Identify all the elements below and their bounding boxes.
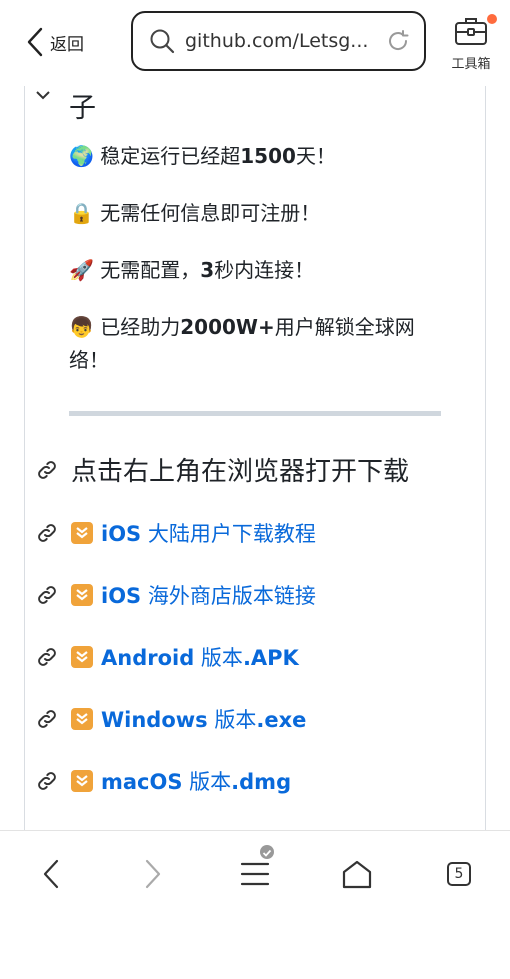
nav-menu-button[interactable]	[230, 845, 280, 897]
download-arrow-icon	[71, 584, 93, 606]
toolbox-label: 工具箱	[451, 57, 491, 72]
chevron-down-icon	[36, 91, 50, 100]
link-icon	[38, 586, 56, 604]
download-arrow-icon	[71, 708, 93, 730]
refresh-icon[interactable]	[386, 29, 410, 53]
link-icon	[38, 648, 56, 666]
chevron-left-icon	[43, 859, 59, 889]
link-label[interactable]: macOS 版本.dmg	[101, 766, 291, 796]
nav-home-button[interactable]	[332, 851, 382, 897]
address-bar[interactable]: github.com/Letsg...	[131, 11, 426, 71]
download-arrow-icon	[71, 522, 93, 544]
browser-topbar: 返回 github.com/Letsg... 工具箱	[0, 0, 510, 86]
search-icon	[150, 29, 175, 54]
link-icon	[38, 772, 56, 790]
feature-item: 🚀 无需配置，3秒内连接！	[69, 258, 315, 282]
link-label[interactable]: Windows 版本.exe	[101, 704, 306, 734]
feature-item: 🌍 稳定运行已经超1500天！	[69, 144, 336, 168]
link-label[interactable]: iOS 海外商店版本链接	[101, 580, 316, 610]
link-icon[interactable]	[35, 458, 59, 482]
page-content: 子 🌍 稳定运行已经超1500天！ 🔒 无需任何信息即可注册！ 🚀 无需配置，3…	[24, 86, 486, 830]
chevron-left-icon	[27, 27, 43, 57]
link-icon	[38, 524, 56, 542]
download-link-ios-cn[interactable]: iOS 大陆用户下载教程	[35, 518, 316, 548]
feature-item: 🔒 无需任何信息即可注册！	[69, 201, 321, 225]
download-link-macos[interactable]: macOS 版本.dmg	[35, 766, 291, 796]
nav-back-button[interactable]	[26, 851, 76, 897]
section-heading-text: 点击右上角在浏览器打开下载	[71, 457, 410, 487]
link-icon	[38, 710, 56, 728]
nav-tabs-button[interactable]: 5	[434, 851, 484, 897]
url-text[interactable]: github.com/Letsg...	[185, 30, 376, 52]
rocket-emoji: 🚀	[69, 258, 94, 282]
menu-icon	[240, 862, 270, 886]
home-icon	[342, 860, 372, 889]
nav-forward-button[interactable]	[128, 851, 178, 897]
check-badge-icon	[260, 845, 274, 859]
section-divider	[69, 411, 441, 416]
back-label: 返回	[50, 34, 84, 55]
back-button[interactable]: 返回	[26, 24, 84, 60]
partial-heading: 子	[69, 93, 96, 124]
lock-emoji: 🔒	[69, 201, 94, 225]
boy-emoji: 👦	[69, 315, 94, 339]
download-link-windows[interactable]: Windows 版本.exe	[35, 704, 306, 734]
section-heading: 点击右上角在浏览器打开下载	[35, 451, 409, 488]
download-arrow-icon	[71, 770, 93, 792]
feature-item: 👦 已经助力2000W+用户解锁全球网络！	[69, 315, 415, 372]
tabs-count: 5	[447, 862, 471, 886]
download-arrow-icon	[71, 646, 93, 668]
chevron-right-icon	[145, 859, 161, 889]
toolbox-button[interactable]: 工具箱	[444, 12, 498, 76]
globe-emoji: 🌍	[69, 144, 94, 168]
toolbox-icon	[455, 18, 487, 45]
link-label[interactable]: iOS 大陆用户下载教程	[101, 518, 316, 548]
link-label[interactable]: Android 版本.APK	[101, 642, 299, 672]
download-link-ios-intl[interactable]: iOS 海外商店版本链接	[35, 580, 316, 610]
bottom-navigation: 5	[0, 830, 510, 979]
download-link-android[interactable]: Android 版本.APK	[35, 642, 299, 672]
notification-dot	[487, 14, 497, 24]
